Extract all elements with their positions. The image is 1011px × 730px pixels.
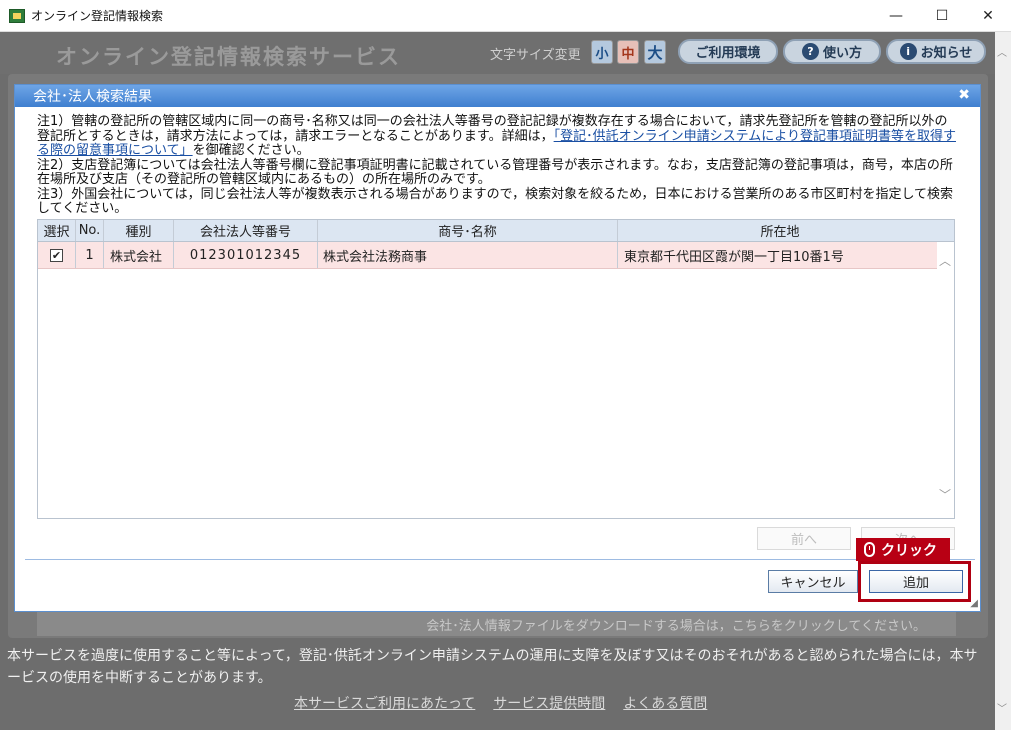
maximize-button[interactable]: ☐ (919, 0, 965, 32)
column-header-select: 選択 (38, 220, 76, 241)
note2-text: 注2）支店登記簿については会社法人等番号欄に登記事項証明書に記載されている管理番… (37, 157, 953, 187)
app-header: オンライン登記情報検索サービス 文字サイズ変更 小 中 大 ご利用環境 ? 使い… (0, 32, 995, 74)
font-size-label: 文字サイズ変更 (490, 48, 581, 63)
footer-link-hours[interactable]: サービス提供時間 (493, 693, 605, 713)
column-header-address: 所在地 (760, 225, 800, 240)
results-table: 選択 No. 種別 会社法人等番号 商号･名称 所在地 ✔ 1 株式会社 012… (37, 219, 955, 519)
service-title: オンライン登記情報検索サービス (56, 45, 401, 69)
row-corporate-number: 012301012345 (174, 242, 318, 268)
howto-label: 使い方 (822, 46, 862, 61)
column-header-no: No. (76, 220, 104, 241)
font-medium-button[interactable]: 中 (617, 40, 639, 64)
click-callout-label: クリック (881, 542, 937, 559)
minimize-button[interactable]: — (873, 0, 919, 32)
question-icon: ? (801, 43, 819, 60)
info-icon: i (899, 43, 917, 60)
row-type: 株式会社 (104, 242, 174, 268)
column-header-name: 商号･名称 (318, 220, 618, 241)
row-address: 東京都千代田区霞が関一丁目10番1号 (624, 249, 844, 265)
row-checkbox[interactable]: ✔ (50, 248, 63, 262)
news-label: お知らせ (920, 46, 973, 61)
scroll-down-icon[interactable]: ﹀ (997, 700, 1007, 715)
dialog-title: 会社･法人検索結果 (33, 89, 152, 105)
news-button[interactable]: i お知らせ (886, 39, 986, 64)
prev-page-button[interactable]: 前へ (757, 527, 851, 550)
window-controls: — ☐ ✕ (873, 0, 1011, 32)
column-header-number: 会社法人等番号 (174, 220, 318, 241)
footer-link-faq[interactable]: よくある質問 (623, 693, 707, 713)
close-window-button[interactable]: ✕ (965, 0, 1011, 32)
dialog-notes: 注1）管轄の登記所の管轄区域内に同一の商号･名称又は同一の会社法人等番号の登記記… (37, 114, 957, 217)
howto-button[interactable]: ? 使い方 (783, 39, 881, 64)
app-icon (9, 8, 25, 23)
resize-grip-icon[interactable]: ◢ (970, 598, 978, 609)
table-scroll-up-icon[interactable]: ︿ (939, 252, 951, 269)
window-titlebar: オンライン登記情報検索 — ☐ ✕ (0, 0, 1011, 32)
window-scrollbar[interactable]: ︿ ﹀ (995, 32, 1011, 730)
window-title: オンライン登記情報検索 (31, 9, 164, 23)
scroll-up-icon[interactable]: ︿ (997, 44, 1007, 59)
click-highlight-frame (858, 561, 971, 602)
table-header: 選択 No. 種別 会社法人等番号 商号･名称 所在地 (38, 220, 954, 242)
click-callout: クリック (856, 538, 950, 561)
environment-button[interactable]: ご利用環境 (678, 39, 778, 64)
row-company-name: 株式会社法務商事 (318, 242, 618, 268)
row-no: 1 (76, 242, 104, 268)
table-scroll-down-icon[interactable]: ﹀ (939, 486, 951, 503)
download-link-text[interactable]: 会社･法人情報ファイルをダウンロードする場合は，こちらをクリックしてください。 (426, 615, 926, 634)
column-header-type: 種別 (104, 220, 174, 241)
note3-text: 注3）外国会社については，同じ会社法人等が複数表示される場合がありますので，検索… (37, 186, 954, 216)
note1-tail: を御確認ください。 (192, 143, 310, 158)
footer-link-terms[interactable]: 本サービスご利用にあたって (294, 693, 475, 713)
mouse-icon (864, 542, 875, 557)
dialog-divider (25, 559, 975, 560)
font-small-button[interactable]: 小 (591, 40, 613, 64)
table-scrollbar[interactable]: ︿ ﹀ (937, 242, 954, 518)
usage-notice: 本サービスを過度に使用すること等によって，登記･供託オンライン申請システムの運用… (7, 648, 978, 686)
font-large-button[interactable]: 大 (644, 40, 666, 64)
row-select-cell[interactable]: ✔ (38, 242, 76, 268)
table-row[interactable]: ✔ 1 株式会社 012301012345 株式会社法務商事 東京都千代田区霞が… (38, 242, 937, 269)
cancel-button[interactable]: キャンセル (768, 570, 858, 593)
download-link-area[interactable]: 会社･法人情報ファイルをダウンロードする場合は，こちらをクリックしてください。 (37, 611, 956, 636)
search-results-dialog: 会社･法人検索結果 ✖ 注1）管轄の登記所の管轄区域内に同一の商号･名称又は同一… (14, 84, 981, 612)
dialog-header: 会社･法人検索結果 (15, 85, 980, 107)
footer-links: 本サービスご利用にあたって サービス提供時間 よくある質問 (294, 693, 707, 713)
dialog-close-icon[interactable]: ✖ (958, 87, 970, 103)
